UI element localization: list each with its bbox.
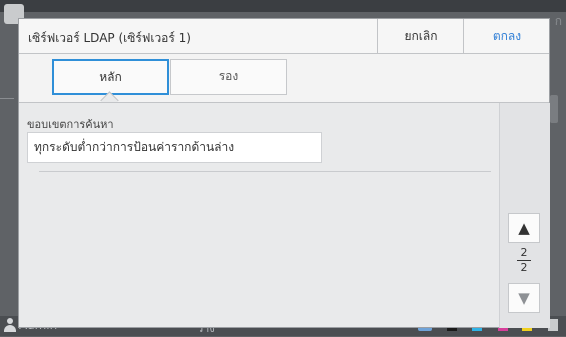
tab-main[interactable]: หลัก <box>52 59 169 95</box>
ldap-server-dialog: เซิร์ฟเวอร์ LDAP (เซิร์ฟเวอร์ 1) ยกเลิก … <box>18 18 550 328</box>
tab-bar: หลัก รอง <box>19 54 549 102</box>
background-scrollbar <box>550 95 558 123</box>
page-down-button[interactable]: ▼ <box>508 283 540 313</box>
page-scroller: ▲ 2 2 ▼ <box>499 103 550 328</box>
dialog-title: เซิร์ฟเวอร์ LDAP (เซิร์ฟเวอร์ 1) <box>28 31 191 45</box>
ok-button[interactable]: ตกลง <box>463 19 550 53</box>
background-divider <box>0 98 14 99</box>
page-up-button[interactable]: ▲ <box>508 213 540 243</box>
search-scope-field[interactable]: ทุกระดับต่ำกว่าการป้อนค่ารากด้านล่าง <box>27 132 322 163</box>
content-divider <box>39 171 491 172</box>
cancel-button[interactable]: ยกเลิก <box>377 19 464 53</box>
user-icon <box>4 318 16 332</box>
page-indicator: 2 2 <box>508 247 540 274</box>
current-page: 2 <box>520 246 528 259</box>
tab-secondary[interactable]: รอง <box>170 59 287 95</box>
background-text: ก <box>554 14 562 28</box>
search-scope-label: ขอบเขตการค้นหา <box>27 118 114 131</box>
top-bar <box>0 0 566 12</box>
dialog-content: ขอบเขตการค้นหา ทุกระดับต่ำกว่าการป้อนค่า… <box>19 102 550 328</box>
total-pages: 2 <box>520 261 528 274</box>
dialog-header: เซิร์ฟเวอร์ LDAP (เซิร์ฟเวอร์ 1) ยกเลิก … <box>19 19 549 54</box>
